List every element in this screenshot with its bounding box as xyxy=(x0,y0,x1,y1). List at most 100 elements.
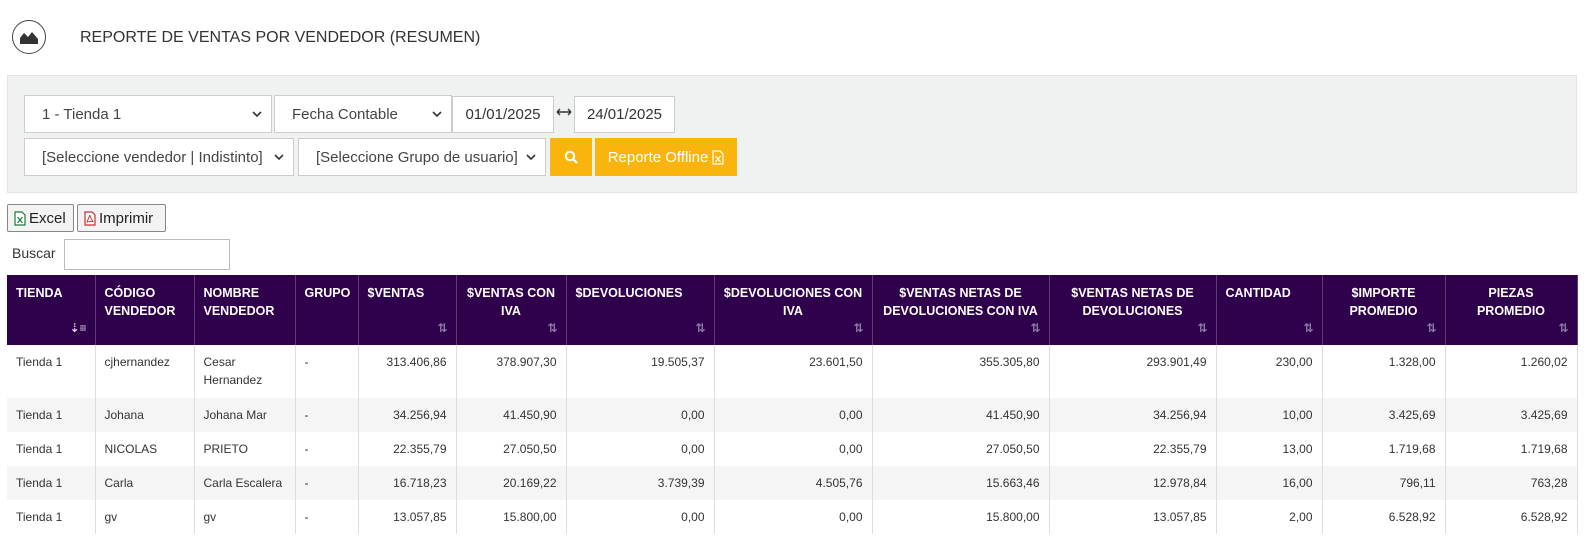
cell-store: Tienda 1 xyxy=(7,345,96,398)
chevron-down-icon xyxy=(274,154,284,161)
table-row[interactable]: Tienda 1 gv gv -13.057,85 15.800,00 0,00 0,00 1… xyxy=(7,500,1578,534)
cell-avg-pieces: 3.425,69 xyxy=(1445,398,1578,432)
column-header[interactable]: $VENTAS ⇅ xyxy=(358,275,457,345)
print-button[interactable]: Imprimir xyxy=(77,204,166,232)
seller-select-value: [Seleccione vendedor | Indistinto] xyxy=(42,148,263,166)
user-group-select[interactable]: [Seleccione Grupo de usuario] xyxy=(298,138,546,176)
column-header[interactable]: $DEVOLUCIONES CON IVA ⇅ xyxy=(714,275,873,345)
cell-returns: 3.739,39 xyxy=(566,466,715,500)
cell-avg-pieces: 1.260,02 xyxy=(1445,345,1578,398)
table-row[interactable]: Tienda 1 cjhernandez Cesar Hernandez -313.4… xyxy=(7,345,1578,398)
sort-icon: ⇅ xyxy=(1030,321,1041,335)
cell-avg-pieces: 6.528,92 xyxy=(1445,500,1578,534)
cell-seller-name: gv xyxy=(194,500,296,534)
cell-seller-name: Carla Escalera xyxy=(194,466,296,500)
cell-net-sales: 293.901,49 xyxy=(1049,345,1217,398)
excel-button[interactable]: Excel xyxy=(7,204,74,232)
cell-quantity: 2,00 xyxy=(1216,500,1323,534)
cell-seller-code: Johana xyxy=(95,398,195,432)
user-group-select-value: [Seleccione Grupo de usuario] xyxy=(316,148,518,166)
cell-seller-code: gv xyxy=(95,500,195,534)
cell-returns: 19.505,37 xyxy=(566,345,715,398)
cell-returns: 0,00 xyxy=(566,398,715,432)
store-select[interactable]: 1 - Tienda 1 xyxy=(24,95,272,133)
cell-seller-name: Cesar Hernandez xyxy=(194,345,296,398)
table-row[interactable]: Tienda 1 Johana Johana Mar -34.256,94 41.450… xyxy=(7,398,1578,432)
cell-quantity: 10,00 xyxy=(1216,398,1323,432)
seller-select[interactable]: [Seleccione vendedor | Indistinto] xyxy=(24,138,294,176)
cell-returns-vat: 0,00 xyxy=(714,398,873,432)
print-label: Imprimir xyxy=(99,209,154,227)
cell-net-sales-vat: 15.663,46 xyxy=(872,466,1050,500)
column-header[interactable]: $VENTAS NETAS DE DEVOLUCIONES CON IVA ⇅ xyxy=(872,275,1050,345)
search-icon xyxy=(564,150,578,164)
filter-panel: 1 - Tienda 1 Fecha Contable 01/01/2025 2… xyxy=(7,75,1577,193)
cell-store: Tienda 1 xyxy=(7,500,96,534)
date-type-select[interactable]: Fecha Contable xyxy=(274,95,452,133)
cell-sales-vat: 27.050,50 xyxy=(456,432,567,466)
cell-sales-vat: 378.907,30 xyxy=(456,345,567,398)
column-header[interactable]: CANTIDAD ⇅ xyxy=(1216,275,1323,345)
column-header[interactable]: NOMBRE VENDEDOR xyxy=(194,275,296,345)
table-header-row: TIENDA ⇣≡ CÓDIGO VENDEDOR NOMBRE VENDEDOR… xyxy=(7,275,1578,345)
cell-sales: 16.718,23 xyxy=(358,466,457,500)
chevron-down-icon xyxy=(526,154,536,161)
sort-icon: ⇅ xyxy=(1303,321,1314,335)
search-label: Buscar xyxy=(12,245,56,261)
column-header[interactable]: $VENTAS CON IVA ⇅ xyxy=(456,275,567,345)
sort-icon: ⇅ xyxy=(1426,321,1437,335)
cell-avg-pieces: 763,28 xyxy=(1445,466,1578,500)
column-header[interactable]: TIENDA ⇣≡ xyxy=(7,275,96,345)
range-arrow-icon xyxy=(556,104,572,121)
cell-returns-vat: 4.505,76 xyxy=(714,466,873,500)
column-header[interactable]: GRUPO xyxy=(295,275,359,345)
sort-icon: ⇅ xyxy=(695,321,706,335)
column-header[interactable]: PIEZAS PROMEDIO ⇅ xyxy=(1445,275,1578,345)
cell-store: Tienda 1 xyxy=(7,432,96,466)
excel-label: Excel xyxy=(29,209,66,227)
cell-group: - xyxy=(295,432,359,466)
cell-quantity: 13,00 xyxy=(1216,432,1323,466)
cell-group: - xyxy=(295,345,359,398)
cell-avg-amount: 1.328,00 xyxy=(1322,345,1446,398)
date-to-input[interactable]: 24/01/2025 xyxy=(574,96,675,133)
table-row[interactable]: Tienda 1 Carla Carla Escalera -16.718,23 20.… xyxy=(7,466,1578,500)
cell-avg-amount: 1.719,68 xyxy=(1322,432,1446,466)
offline-report-button[interactable]: Reporte Offline xyxy=(595,138,737,176)
cell-net-sales: 22.355,79 xyxy=(1049,432,1217,466)
store-select-value: 1 - Tienda 1 xyxy=(42,105,122,123)
cell-seller-code: cjhernandez xyxy=(95,345,195,398)
excel-icon xyxy=(14,210,26,226)
cell-sales-vat: 41.450,90 xyxy=(456,398,567,432)
column-header[interactable]: $DEVOLUCIONES ⇅ xyxy=(566,275,715,345)
page-header xyxy=(12,18,46,56)
cell-sales: 22.355,79 xyxy=(358,432,457,466)
cell-sales: 13.057,85 xyxy=(358,500,457,534)
table-row[interactable]: Tienda 1 NICOLAS PRIETO -22.355,79 27.050,50… xyxy=(7,432,1578,466)
cell-net-sales: 34.256,94 xyxy=(1049,398,1217,432)
chevron-down-icon xyxy=(252,111,262,118)
column-header[interactable]: CÓDIGO VENDEDOR xyxy=(95,275,195,345)
search-input[interactable] xyxy=(64,239,230,270)
search-button[interactable] xyxy=(550,138,592,176)
date-from-input[interactable]: 01/01/2025 xyxy=(452,96,554,133)
cell-avg-amount: 6.528,92 xyxy=(1322,500,1446,534)
cell-avg-amount: 3.425,69 xyxy=(1322,398,1446,432)
cell-net-sales: 12.978,84 xyxy=(1049,466,1217,500)
sort-icon: ⇅ xyxy=(853,321,864,335)
sort-icon: ⇅ xyxy=(1558,321,1569,335)
cell-returns: 0,00 xyxy=(566,432,715,466)
column-header[interactable]: $IMPORTE PROMEDIO ⇅ xyxy=(1322,275,1446,345)
chevron-down-icon xyxy=(432,111,442,118)
cell-avg-amount: 796,11 xyxy=(1322,466,1446,500)
cell-net-sales-vat: 41.450,90 xyxy=(872,398,1050,432)
cell-sales-vat: 15.800,00 xyxy=(456,500,567,534)
cell-returns-vat: 0,00 xyxy=(714,432,873,466)
cell-returns: 0,00 xyxy=(566,500,715,534)
cell-net-sales-vat: 15.800,00 xyxy=(872,500,1050,534)
cell-group: - xyxy=(295,466,359,500)
cell-sales: 313.406,86 xyxy=(358,345,457,398)
cell-returns-vat: 0,00 xyxy=(714,500,873,534)
column-header[interactable]: $VENTAS NETAS DE DEVOLUCIONES ⇅ xyxy=(1049,275,1217,345)
cell-seller-name: PRIETO xyxy=(194,432,296,466)
